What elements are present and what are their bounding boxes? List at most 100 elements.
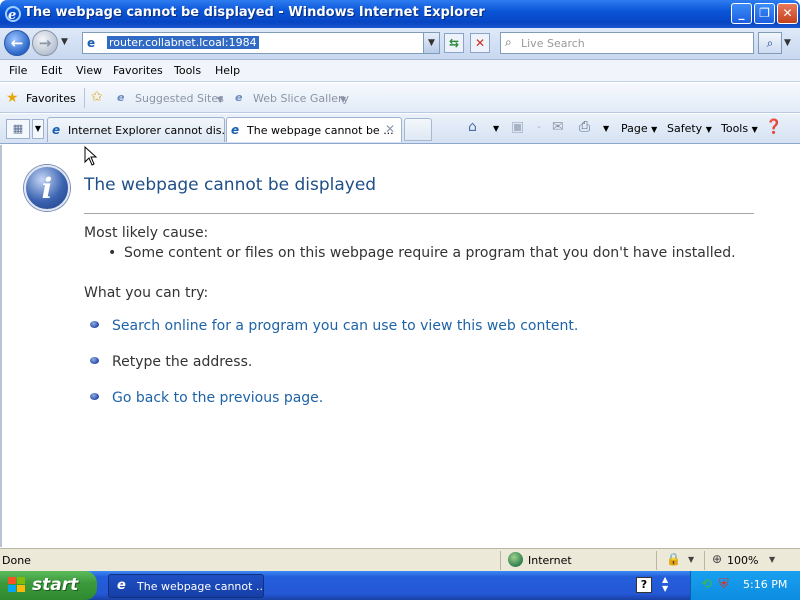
retype-address-text: Retype the address. [112, 354, 253, 370]
stop-button[interactable]: ✕ [470, 33, 490, 53]
address-toolbar: ← → ▼ e router.collabnet.lcoal:1984 ▼ ⇆ … [0, 28, 800, 60]
search-options-dropdown-icon[interactable]: ▼ [784, 38, 791, 48]
suggested-sites-button[interactable]: Suggested Sites [135, 92, 224, 105]
forward-button[interactable]: → [32, 30, 58, 56]
network-tray-icon[interactable]: ⟲ [701, 577, 712, 592]
page-menu-button[interactable]: Page ▼ [621, 122, 657, 135]
cause-item: Some content or files on this webpage re… [124, 245, 736, 261]
safety-menu-dropdown-icon: ▼ [705, 125, 712, 134]
ie-taskbar-icon: e [117, 578, 126, 593]
bullet-icon [90, 357, 99, 364]
divider [84, 213, 754, 214]
search-icon: ⌕ [766, 36, 774, 50]
refresh-button[interactable]: ⇆ [444, 33, 464, 53]
page-menu-dropdown-icon: ▼ [651, 125, 658, 134]
read-mail-icon[interactable]: ✉ [552, 119, 564, 135]
favorites-button[interactable]: Favorites [26, 92, 76, 105]
add-to-favorites-icon[interactable]: ✩ [91, 89, 103, 105]
taskbar: start e The webpage cannot ... ? ▲ ▼ ⟲ ⛨ … [0, 571, 800, 600]
tab-internet-explorer-cannot-display[interactable]: e Internet Explorer cannot dis... [47, 117, 225, 142]
search-online-link[interactable]: Search online for a program you can use … [112, 318, 578, 334]
search-magnifier-icon: ⌕ [505, 35, 512, 49]
menu-file[interactable]: File [9, 64, 27, 77]
zoom-dropdown-icon[interactable]: ▼ [769, 555, 775, 564]
start-button[interactable]: start [0, 571, 97, 600]
back-button[interactable]: ← [4, 30, 30, 56]
feeds-dropdown-icon[interactable]: - [537, 120, 541, 133]
print-icon[interactable]: ⎙ [579, 119, 590, 135]
search-placeholder: Live Search [521, 37, 585, 50]
menu-help[interactable]: Help [215, 64, 240, 77]
page-content: i The webpage cannot be displayed Most l… [0, 145, 800, 547]
status-text: Done [2, 554, 31, 567]
zoom-icon: ⊕ [712, 552, 723, 566]
taskbar-item-ie[interactable]: e The webpage cannot ... [108, 574, 264, 598]
divider [84, 88, 85, 108]
taskbar-item-label: The webpage cannot ... [137, 580, 264, 593]
print-dropdown-icon[interactable]: ▼ [603, 124, 609, 133]
home-dropdown-icon[interactable]: ▼ [493, 124, 499, 133]
tab-ie-icon: e [52, 123, 61, 137]
system-tray: ⟲ ⛨ 5:16 PM [690, 571, 800, 600]
divider [500, 551, 501, 570]
bullet: • [108, 245, 117, 261]
safety-menu-label: Safety [667, 122, 703, 135]
tab-list-dropdown-icon[interactable]: ▼ [32, 119, 44, 139]
window-title: The webpage cannot be displayed - Window… [24, 5, 485, 20]
security-zone[interactable]: Internet [528, 554, 572, 567]
menu-favorites[interactable]: Favorites [113, 64, 163, 77]
close-tab-icon[interactable]: ✕ [385, 122, 395, 136]
tab-ie-icon: e [231, 123, 240, 137]
help-icon[interactable]: ❓ [765, 119, 782, 135]
search-input[interactable]: ⌕ Live Search [500, 32, 754, 54]
tools-menu-button[interactable]: Tools ▼ [721, 122, 758, 135]
address-url[interactable]: router.collabnet.lcoal:1984 [107, 36, 259, 49]
protected-mode-icon[interactable]: 🔒 [666, 552, 681, 566]
minimize-button[interactable]: _ [731, 3, 752, 24]
quick-tabs-icon[interactable]: ▦ [6, 119, 30, 139]
recent-pages-dropdown-icon[interactable]: ▼ [61, 37, 68, 47]
help-tray-icon[interactable]: ? [636, 577, 652, 593]
new-tab-button[interactable] [404, 118, 432, 141]
web-slice-gallery-dropdown-icon[interactable]: ▼ [340, 95, 346, 104]
internet-explorer-icon: e [4, 5, 22, 23]
address-dropdown-icon[interactable]: ▼ [423, 33, 439, 53]
tab-label: The webpage cannot be ... [247, 124, 394, 137]
cause-label: Most likely cause: [84, 225, 209, 241]
menu-tools[interactable]: Tools [174, 64, 201, 77]
address-field[interactable]: e router.collabnet.lcoal:1984 ▼ [82, 32, 440, 54]
protected-mode-dropdown-icon[interactable]: ▼ [688, 555, 694, 564]
close-button[interactable]: ✕ [777, 3, 798, 24]
back-arrow-icon: ← [10, 34, 24, 52]
svg-text:e: e [8, 8, 16, 23]
information-icon: i [24, 165, 70, 211]
tools-menu-dropdown-icon: ▼ [751, 125, 758, 134]
suggested-sites-dropdown-icon[interactable]: ▼ [217, 95, 223, 104]
tab-row: ▦ ▼ e Internet Explorer cannot dis... e … [0, 114, 800, 144]
page-menu-label: Page [621, 122, 648, 135]
menu-edit[interactable]: Edit [41, 64, 62, 77]
zoom-level[interactable]: 100% [727, 554, 758, 567]
menu-view[interactable]: View [76, 64, 102, 77]
security-shield-icon[interactable]: ⛨ [719, 577, 729, 592]
home-icon[interactable]: ⌂ [468, 119, 477, 135]
tray-expand-icon[interactable]: ▲ ▼ [662, 575, 668, 593]
tab-webpage-cannot-be-displayed[interactable]: e The webpage cannot be ... ✕ [226, 117, 402, 142]
bullet-icon [90, 393, 99, 400]
go-back-link[interactable]: Go back to the previous page. [112, 390, 323, 406]
feeds-icon[interactable]: ▣ [511, 119, 524, 135]
web-slice-gallery-button[interactable]: Web Slice Gallery [253, 92, 349, 105]
title-bar[interactable]: e The webpage cannot be displayed - Wind… [0, 0, 800, 28]
safety-menu-button[interactable]: Safety ▼ [667, 122, 712, 135]
internet-zone-icon [508, 552, 523, 567]
divider [704, 551, 705, 570]
windows-flag-icon [8, 577, 25, 592]
suggested-sites-icon: e [117, 91, 125, 104]
clock[interactable]: 5:16 PM [743, 578, 787, 591]
favorites-star-icon[interactable]: ★ [6, 90, 19, 106]
maximize-button[interactable]: ❐ [754, 3, 775, 24]
page-title: The webpage cannot be displayed [84, 175, 377, 195]
search-button[interactable]: ⌕ [758, 32, 782, 54]
tab-label: Internet Explorer cannot dis... [68, 124, 225, 137]
mouse-cursor-icon [84, 146, 98, 166]
